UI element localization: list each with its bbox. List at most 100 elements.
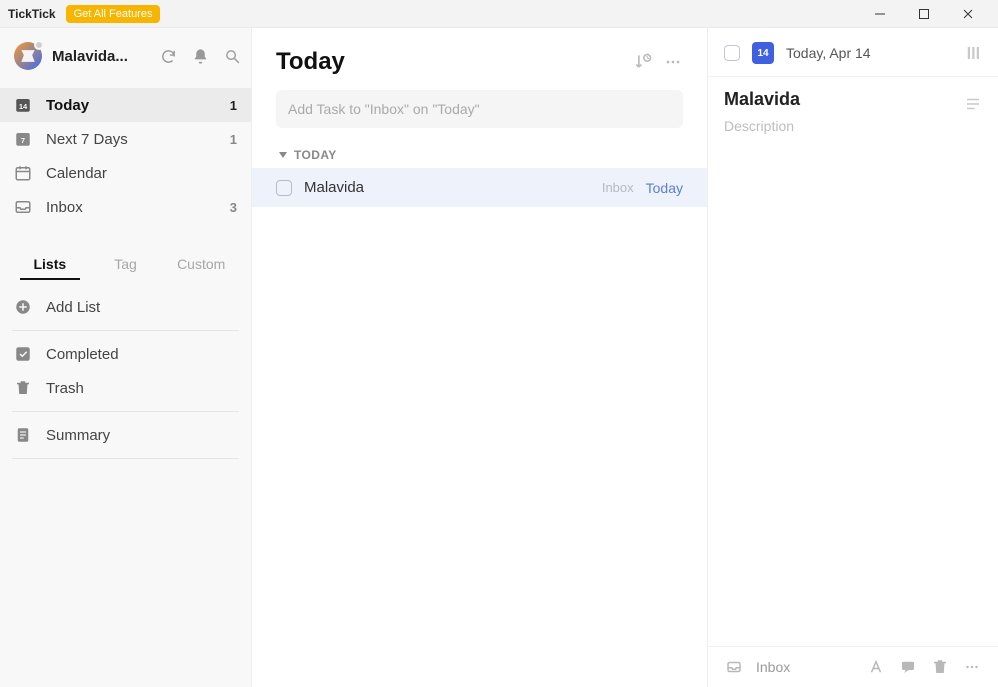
delete-task-button[interactable]	[930, 657, 950, 677]
detail-title[interactable]: Malavida	[724, 89, 954, 110]
sidebar-item-label: Calendar	[46, 165, 237, 182]
tab-lists[interactable]: Lists	[12, 250, 88, 280]
bell-icon	[192, 48, 209, 65]
sync-button[interactable]	[159, 47, 177, 65]
detail-more-button[interactable]	[962, 657, 982, 677]
task-list-label: Inbox	[602, 180, 634, 195]
maximize-button[interactable]	[902, 0, 946, 28]
plus-circle-icon	[14, 298, 32, 316]
add-list-button[interactable]: Add List	[0, 290, 251, 324]
group-label: TODAY	[294, 148, 337, 162]
document-icon	[14, 426, 32, 444]
divider	[12, 330, 239, 331]
minimize-icon	[874, 8, 886, 20]
calendar-7-icon: 7	[14, 130, 32, 148]
sidebar-item-inbox[interactable]: Inbox 3	[0, 190, 251, 224]
sidebar-item-completed[interactable]: Completed	[0, 337, 251, 371]
svg-text:7: 7	[21, 136, 25, 145]
sidebar-header-icons	[159, 47, 241, 65]
add-list-label: Add List	[46, 299, 100, 316]
sidebar-tabs: Lists Tag Custom	[0, 238, 251, 280]
sidebar: Malavida... 14 Today 1 7 Next 7 Days 1 C…	[0, 28, 252, 687]
close-button[interactable]	[946, 0, 990, 28]
calendar-day-icon: 14	[14, 96, 32, 114]
maximize-icon	[918, 8, 930, 20]
trash-label: Trash	[46, 380, 84, 397]
svg-text:14: 14	[19, 102, 28, 111]
tab-custom[interactable]: Custom	[163, 250, 239, 280]
close-icon	[962, 8, 974, 20]
sidebar-item-label: Today	[46, 97, 216, 114]
trash-small-icon	[931, 658, 949, 676]
app-body: Malavida... 14 Today 1 7 Next 7 Days 1 C…	[0, 28, 998, 687]
subtask-button[interactable]	[964, 95, 982, 113]
detail-title-row: Malavida	[724, 89, 982, 118]
page-title: Today	[276, 48, 623, 76]
sync-icon	[160, 48, 177, 65]
app-name: TickTick	[8, 7, 56, 21]
main-header: Today	[252, 28, 707, 90]
summary-label: Summary	[46, 427, 110, 444]
task-group-header[interactable]: TODAY	[252, 134, 707, 168]
calendar-day-number: 14	[757, 48, 768, 59]
calendar-icon	[14, 164, 32, 182]
window-controls	[858, 0, 990, 28]
sidebar-item-summary[interactable]: Summary	[0, 418, 251, 452]
add-task-input[interactable]: Add Task to "Inbox" on "Today"	[276, 90, 683, 128]
titlebar: TickTick Get All Features	[0, 0, 998, 28]
search-icon	[224, 48, 241, 65]
promo-badge[interactable]: Get All Features	[66, 5, 161, 23]
account-name[interactable]: Malavida...	[52, 48, 149, 65]
minimize-button[interactable]	[858, 0, 902, 28]
task-row[interactable]: Malavida Inbox Today	[252, 168, 707, 207]
more-small-icon	[963, 658, 981, 676]
priority-icon	[964, 44, 982, 62]
inbox-small-icon	[725, 658, 743, 676]
detail-date-text[interactable]: Today, Apr 14	[786, 45, 952, 61]
sidebar-item-next7[interactable]: 7 Next 7 Days 1	[0, 122, 251, 156]
detail-footer: Inbox	[708, 646, 998, 687]
comment-icon	[899, 658, 917, 676]
sidebar-item-label: Next 7 Days	[46, 131, 216, 148]
subtask-icon	[964, 95, 982, 113]
sort-button[interactable]	[633, 52, 653, 72]
sidebar-header: Malavida...	[0, 28, 251, 84]
detail-panel: 14 Today, Apr 14 Malavida Description In…	[708, 28, 998, 687]
divider	[12, 411, 239, 412]
completed-label: Completed	[46, 346, 119, 363]
detail-checkbox[interactable]	[724, 45, 740, 61]
inbox-icon	[14, 198, 32, 216]
text-style-button[interactable]	[866, 657, 886, 677]
detail-description[interactable]: Description	[724, 118, 982, 134]
sidebar-item-count: 1	[230, 132, 237, 147]
task-checkbox[interactable]	[276, 180, 292, 196]
task-date-label: Today	[646, 180, 683, 196]
detail-footer-list[interactable]: Inbox	[756, 659, 854, 675]
divider	[12, 458, 239, 459]
smart-lists: 14 Today 1 7 Next 7 Days 1 Calendar Inbo…	[0, 84, 251, 228]
sidebar-item-calendar[interactable]: Calendar	[0, 156, 251, 190]
main-panel: Today Add Task to "Inbox" on "Today" TOD…	[252, 28, 708, 687]
avatar[interactable]	[14, 42, 42, 70]
move-list-button[interactable]	[724, 657, 744, 677]
more-button[interactable]	[663, 52, 683, 72]
priority-button[interactable]	[964, 44, 982, 62]
task-name: Malavida	[304, 179, 590, 196]
notifications-button[interactable]	[191, 47, 209, 65]
detail-header: 14 Today, Apr 14	[708, 28, 998, 77]
sidebar-item-count: 3	[230, 200, 237, 215]
sort-icon	[633, 52, 653, 72]
status-dot	[34, 40, 44, 50]
search-button[interactable]	[223, 47, 241, 65]
sidebar-item-today[interactable]: 14 Today 1	[0, 88, 251, 122]
check-square-icon	[14, 345, 32, 363]
more-icon	[663, 52, 683, 72]
tab-tag[interactable]: Tag	[88, 250, 164, 280]
sidebar-item-count: 1	[230, 98, 237, 113]
sidebar-item-trash[interactable]: Trash	[0, 371, 251, 405]
detail-body: Malavida Description	[708, 77, 998, 646]
chevron-down-icon	[278, 150, 288, 160]
date-picker-button[interactable]: 14	[752, 42, 774, 64]
comment-button[interactable]	[898, 657, 918, 677]
text-a-icon	[867, 658, 885, 676]
